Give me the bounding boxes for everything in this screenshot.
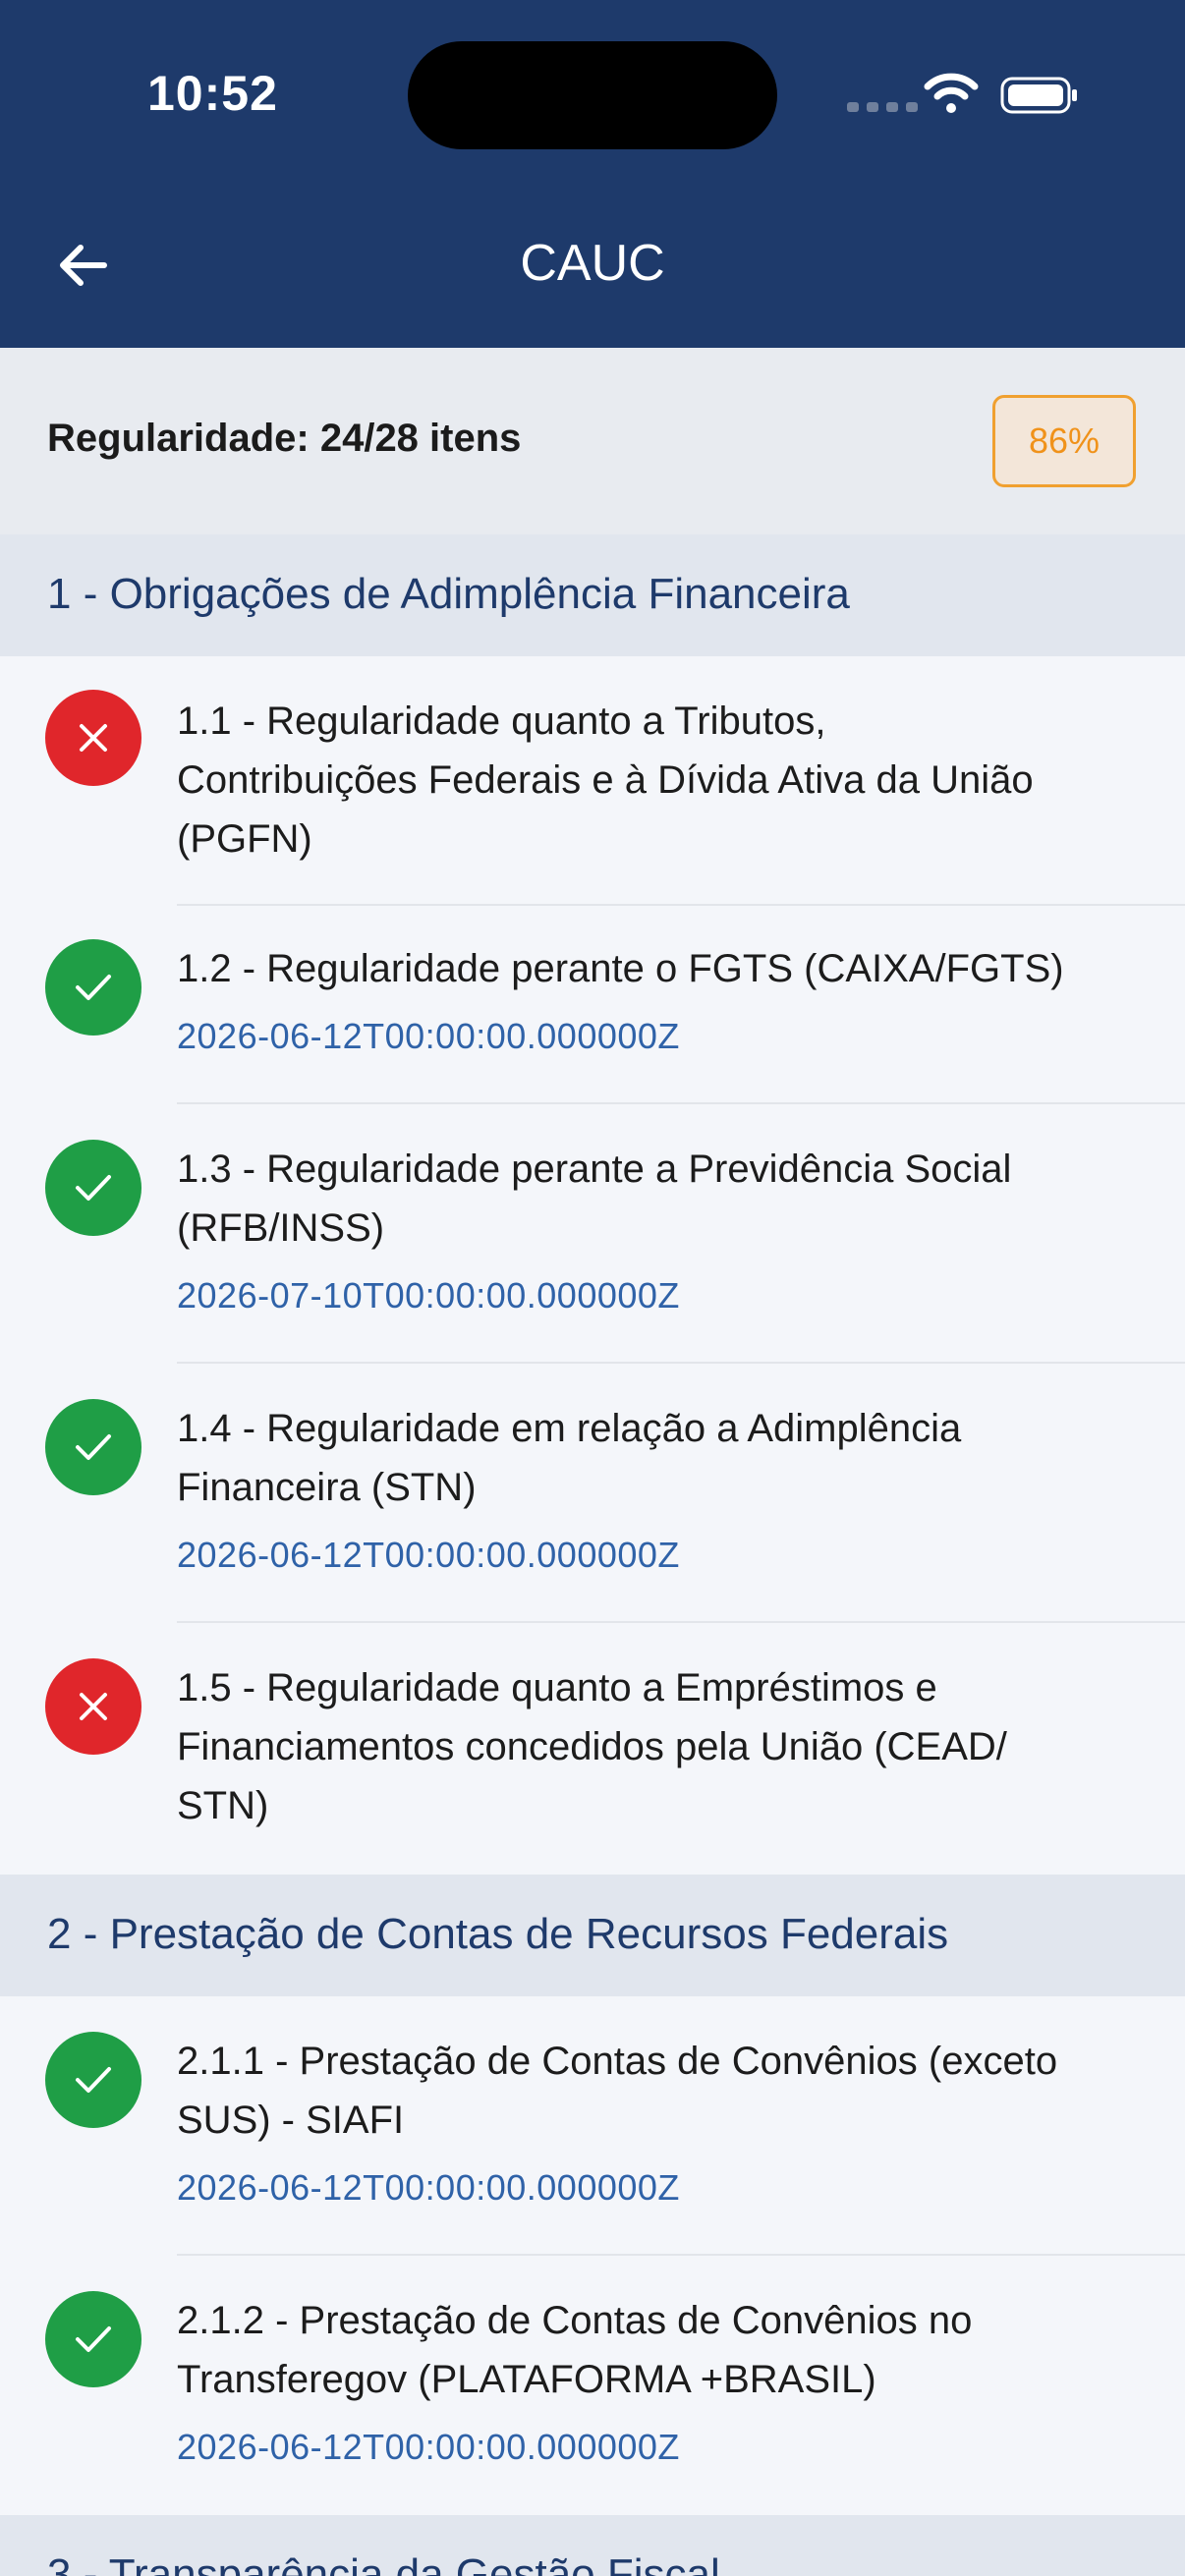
section-header: 1 - Obrigações de Adimplência Financeira [0,534,1185,656]
section-header: 3 - Transparência da Gestão Fiscal [0,2515,1185,2576]
battery-icon [1000,77,1077,114]
list-item[interactable]: 2.1.2 - Prestação de Contas de Convênios… [0,2256,1185,2515]
success-status-icon [45,2291,141,2387]
item-text: 2.1.1 - Prestação de Contas de Convênios… [177,2040,1058,2142]
check-icon [76,975,111,1000]
list-item[interactable]: 1.3 - Regularidade perante a Previdência… [0,1104,1185,1364]
list-item[interactable]: 1.5 - Regularidade quanto a Empréstimos … [0,1623,1185,1875]
item-date: 2026-07-10T00:00:00.000000Z [177,1275,680,1316]
item-text: 1.1 - Regularidade quanto a Tributos, Co… [177,700,1034,861]
item-date: 2026-06-12T00:00:00.000000Z [177,2167,680,2208]
item-text: 1.3 - Regularidade perante a Previdência… [177,1148,1012,1250]
error-status-icon [45,690,141,786]
regularity-summary: Regularidade: 24/28 itens 86% [0,348,1185,534]
success-status-icon [45,939,141,1036]
wifi-icon [924,73,979,113]
section-title: 2 - Prestação de Contas de Recursos Fede… [47,1910,949,1958]
item-text: 1.5 - Regularidade quanto a Empréstimos … [177,1666,1007,1827]
item-text: 1.2 - Regularidade perante o FGTS (CAIXA… [177,947,1064,990]
app-header: 10:52 CAUC [0,0,1185,348]
check-icon [76,1175,111,1201]
section-header: 2 - Prestação de Contas de Recursos Fede… [0,1875,1185,1996]
status-bar-time: 10:52 [147,66,278,121]
error-status-icon [45,1658,141,1755]
success-status-icon [45,1399,141,1495]
cellular-signal-icon [847,102,918,112]
item-date: 2026-06-12T00:00:00.000000Z [177,2427,680,2467]
check-icon [76,1434,111,1460]
section-title: 1 - Obrigações de Adimplência Financeira [47,570,850,618]
close-icon [80,1693,107,1720]
page-title: CAUC [520,235,665,292]
close-icon [80,724,107,752]
check-icon [76,2326,111,2352]
list-item[interactable]: 1.1 - Regularidade quanto a Tributos, Co… [0,656,1185,906]
success-status-icon [45,2032,141,2128]
item-text: 2.1.2 - Prestação de Contas de Convênios… [177,2299,973,2401]
success-status-icon [45,1140,141,1236]
regularity-count: Regularidade: 24/28 itens [47,417,522,460]
check-icon [76,2067,111,2093]
item-date: 2026-06-12T00:00:00.000000Z [177,1535,680,1575]
list-item[interactable]: 1.4 - Regularidade em relação a Adimplên… [0,1364,1185,1623]
list-item[interactable]: 2.1.1 - Prestação de Contas de Convênios… [0,1996,1185,2256]
item-text: 1.4 - Regularidade em relação a Adimplên… [177,1407,962,1509]
section-title: 3 - Transparência da Gestão Fiscal [47,2550,720,2576]
list-item[interactable]: 1.2 - Regularidade perante o FGTS (CAIXA… [0,906,1185,1104]
percent-badge: 86% [992,395,1136,487]
item-date: 2026-06-12T00:00:00.000000Z [177,1016,680,1056]
dynamic-island [408,41,777,149]
